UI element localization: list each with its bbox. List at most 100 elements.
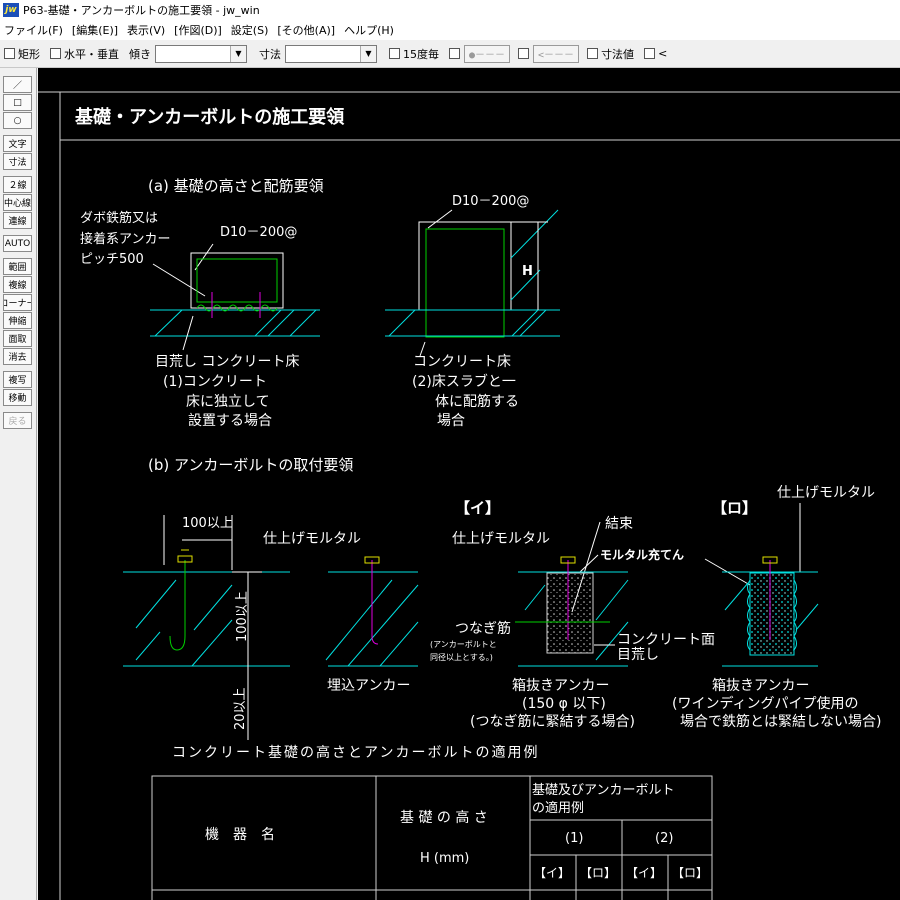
rect-tool-button[interactable]: □ [3,94,32,111]
point-checkbox[interactable] [449,48,460,59]
menu-file[interactable]: ファイル(F) [4,22,63,38]
th-apply-2: の適用例 [532,800,584,816]
undo-button[interactable]: 戻る [3,412,32,429]
b-rough-label: 目荒し [617,647,659,663]
chevron-down-icon[interactable]: ▼ [360,45,376,62]
b-mortar1-label: 仕上げモルタル [263,531,361,547]
move-button[interactable]: 移動 [3,389,32,406]
dimval-label: 寸法値 [601,47,635,61]
section-a-heading: (a) 基礎の高さと配筋要領 [148,177,324,195]
menu-view[interactable]: 表示(V) [127,22,165,38]
b-tie-note-1: (アンカーボルトと [430,640,497,649]
a1-note-3: ピッチ500 [80,252,144,267]
point-button[interactable]: ●－－－ [464,44,511,63]
th-equipment: 機 器 名 [205,827,275,843]
tilt-label: 傾き [129,47,151,61]
checkbox-box [50,48,61,59]
rect-checkbox[interactable]: 矩形 [4,46,40,62]
checkbox-box [587,48,599,59]
line-tool-button[interactable]: ／ [3,76,32,93]
menu-other[interactable]: [その他(A)] [277,22,335,38]
b-100v-label: 100以上 [235,591,250,642]
center-line-button[interactable]: 中心線 [3,194,32,211]
b-box1-sub-2: (つなぎ筋に緊結する場合) [470,713,635,730]
table-caption: コンクリート基礎の高さとアンカーボルトの適用例 [172,744,539,761]
th-height-2: H (mm) [420,851,469,866]
text-tool-button[interactable]: 文字 [3,135,32,152]
title-bar: jw P63-基礎・アンカーボルトの施工要領 - jw_win [0,0,900,20]
menu-bar: ファイル(F) [編集(E)] 表示(V) [作図(D)] 設定(S) [その他… [0,20,900,40]
circle-tool-button[interactable]: ○ [3,112,32,129]
th-ro-1: 【ロ】 [580,866,616,880]
double-line-button[interactable]: ２線 [3,176,32,193]
menu-draw[interactable]: [作図(D)] [174,22,222,38]
menu-settings[interactable]: 設定(S) [231,22,269,38]
dimval-checkbox[interactable]: 寸法値 [587,46,634,62]
b-embed-label: 埋込アンカー [327,678,410,694]
stretch-button[interactable]: 伸縮 [3,312,32,329]
app-icon: jw [3,3,19,17]
b-i-tag: 【イ】 [455,499,500,517]
lt-label: < [658,47,668,60]
menu-edit[interactable]: [編集(E)] [72,22,118,38]
b-binding-label: 結束 [605,516,633,532]
b-100-label: 100以上 [182,516,233,531]
erase-button[interactable]: 消去 [3,348,32,365]
a1-caption-3: 床に独立して [186,394,270,410]
arrow-checkbox[interactable] [518,48,530,59]
corner-button[interactable]: コーナー [3,294,32,311]
chamfer-button[interactable]: 面取 [3,330,32,347]
copy-button[interactable]: 複写 [3,371,32,388]
checkbox-box [4,48,15,59]
offset-button[interactable]: 複線 [3,276,32,293]
th-case-2: (2) [655,831,673,846]
drawing-title: 基礎・アンカーボルトの施工要領 [74,106,345,128]
checkbox-box [644,48,656,59]
b-surface-label: コンクリート面 [617,632,715,648]
a1-bar-label: D10－200@ [220,225,297,240]
th-case-1: (1) [565,831,583,846]
checkbox-box [389,48,400,59]
drawing-canvas[interactable]: 基礎・アンカーボルトの施工要領 (a) 基礎の高さと配筋要領 ダボ鉄筋又は 接着… [38,68,900,900]
a1-note-1: ダボ鉄筋又は [80,210,158,226]
b-ro-tag: 【ロ】 [712,499,757,517]
th-i-1: 【イ】 [534,866,570,880]
deg15-label: 15度毎 [403,47,439,61]
hv-checkbox[interactable]: 水平・垂直 [50,46,119,62]
dim-label: 寸法 [259,47,281,61]
th-apply-1: 基礎及びアンカーボルト [532,783,674,798]
a1-caption-2: (1)コンクリート [163,374,267,390]
cad-drawing: 基礎・アンカーボルトの施工要領 (a) 基礎の高さと配筋要領 ダボ鉄筋又は 接着… [38,91,900,900]
b-fill-label: モルタル充てん [600,547,684,562]
menu-help[interactable]: ヘルプ(H) [344,22,394,38]
b-box1-sub-1: (150 φ 以下) [522,696,606,712]
chevron-down-icon[interactable]: ▼ [230,45,246,62]
anchor-embedded-drawing: 100以上 100以上 20以上 [123,515,290,740]
anchor-mortar-drawing: 仕上げモルタル 埋込アンカー [263,531,419,694]
b-tie-note-2: 同径以上とする。) [430,652,493,662]
dim-combo[interactable]: ▼ [285,44,377,63]
continuous-line-button[interactable]: 連線 [3,212,32,229]
th-i-2: 【イ】 [626,866,662,880]
b-mortar3-label: 仕上げモルタル [777,485,875,501]
auto-button[interactable]: AUTO [3,235,32,252]
b-tie-label: つなぎ筋 [455,620,511,637]
dim-tool-button[interactable]: 寸法 [3,153,32,170]
range-button[interactable]: 範囲 [3,258,32,275]
th-height-1: 基 礎 の 高 さ [400,809,488,826]
a1-caption-1: 目荒し コンクリート床 [155,354,299,370]
a2-height-label: H [522,264,533,279]
a1-note-2: 接着系アンカー [80,231,170,247]
b-mortar2-label: 仕上げモルタル [452,531,550,547]
tool-palette: ／ □ ○ 文字 寸法 ２線 中心線 連線 AUTO 範囲 複線 コーナー 伸縮… [0,68,37,900]
b-box2-sub-2: 場合で鉄筋とは緊結しない場合) [680,713,881,730]
a2-caption-2: (2)床スラブと一 [412,373,516,390]
tilt-combo[interactable]: ▼ [155,44,247,63]
hv-label: 水平・垂直 [64,47,119,61]
b-box1-label: 箱抜きアンカー [512,678,609,694]
deg15-checkbox[interactable]: 15度毎 [389,46,439,62]
arrow-button[interactable]: <－－－ [533,44,580,63]
b-20v-label: 20以上 [233,687,248,730]
lt-checkbox[interactable]: < [644,47,667,60]
toolbar: 矩形 水平・垂直 傾き ▼ 寸法 ▼ 15度毎 ●－－－ <－－－ 寸法値 < [0,40,900,68]
